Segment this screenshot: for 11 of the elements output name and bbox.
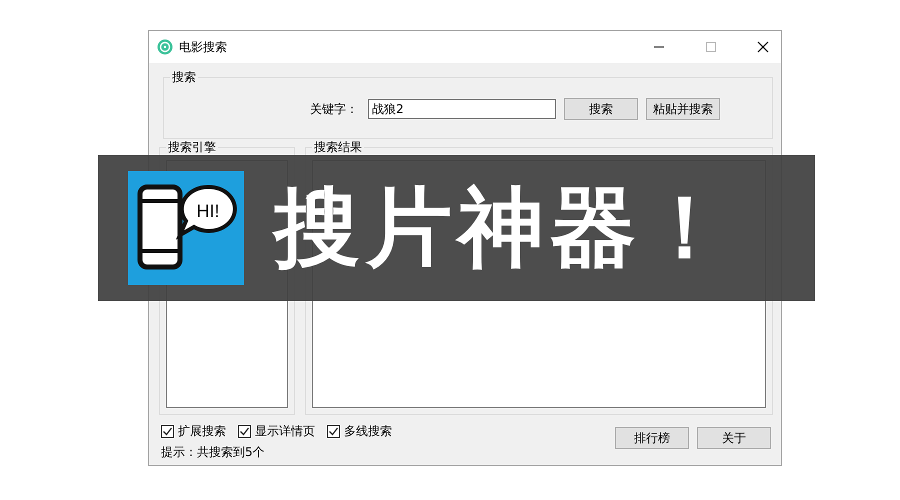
option-label: 多线搜索 [344,423,392,440]
group-label: 搜索引擎 [166,141,218,154]
window-title: 电影搜索 [179,38,227,56]
phone-chat-icon: HI! [128,171,244,285]
keyword-label: 关键字： [310,100,358,118]
option-label: 扩展搜索 [178,423,226,440]
group-label: 搜索结果 [312,141,364,154]
hint-text: 提示：共搜索到5个 [161,444,266,461]
group-label: 搜索 [170,71,198,84]
option-label: 显示详情页 [255,423,315,440]
banner-title: 搜片神器！ [274,176,734,280]
